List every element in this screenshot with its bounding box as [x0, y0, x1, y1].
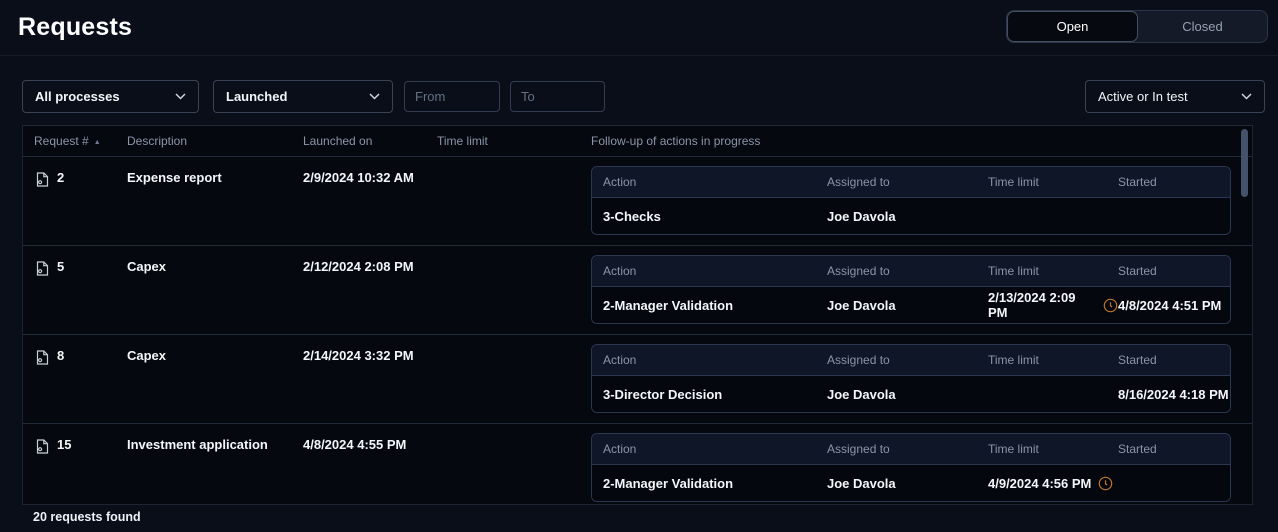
action-started: 4/8/2024 4:51 PM — [1118, 298, 1230, 313]
subcol-time-limit: Time limit — [988, 442, 1118, 456]
subcol-started: Started — [1118, 442, 1230, 456]
page-title: Requests — [18, 13, 132, 42]
page-header: Requests Open Closed — [0, 0, 1278, 56]
action-name: 2-Manager Validation — [603, 476, 827, 491]
action-time-limit: 4/9/2024 4:56 PM — [988, 476, 1091, 491]
table-row[interactable]: 8 Capex 2/14/2024 3:32 PM Action Assigne… — [23, 335, 1252, 424]
subcol-action: Action — [603, 264, 827, 278]
date-to-input[interactable] — [510, 81, 605, 112]
action-row[interactable]: 3-Checks Joe Davola — [592, 198, 1230, 234]
results-count: 20 requests found — [33, 510, 141, 524]
request-doc-icon — [34, 171, 50, 188]
scrollbar-thumb[interactable] — [1241, 129, 1248, 197]
request-description: Capex — [127, 335, 303, 363]
requests-table: Request #▲ Description Launched on Time … — [22, 125, 1253, 505]
subcol-action: Action — [603, 175, 827, 189]
sort-asc-icon: ▲ — [94, 139, 101, 146]
request-number: 2 — [57, 170, 64, 185]
action-time-limit: 2/13/2024 2:09 PM — [988, 290, 1096, 320]
subtable-header-row: Action Assigned to Time limit Started — [592, 434, 1230, 465]
launched-filter-dropdown[interactable]: Launched — [213, 80, 393, 113]
action-name: 3-Director Decision — [603, 387, 827, 402]
chevron-down-icon — [1241, 93, 1252, 100]
request-launched-on: 2/9/2024 10:32 AM — [303, 157, 437, 185]
request-doc-icon — [34, 260, 50, 277]
action-assigned-to: Joe Davola — [827, 209, 988, 224]
process-filter-dropdown[interactable]: All processes — [22, 80, 199, 113]
action-assigned-to: Joe Davola — [827, 476, 988, 491]
tab-closed[interactable]: Closed — [1138, 11, 1267, 42]
request-number: 5 — [57, 259, 64, 274]
action-row[interactable]: 3-Director Decision Joe Davola 8/16/2024… — [592, 376, 1230, 412]
subcol-assigned-to: Assigned to — [827, 442, 988, 456]
launched-filter-value: Launched — [226, 89, 287, 104]
actions-subtable: Action Assigned to Time limit Started 2-… — [591, 255, 1231, 324]
actions-subtable: Action Assigned to Time limit Started 3-… — [591, 166, 1231, 235]
request-time-limit — [437, 424, 591, 437]
request-description: Investment application — [127, 424, 303, 452]
status-filter-value: Active or In test — [1098, 89, 1188, 104]
action-assigned-to: Joe Davola — [827, 298, 988, 313]
subcol-time-limit: Time limit — [988, 264, 1118, 278]
request-time-limit — [437, 335, 591, 348]
date-from-input[interactable] — [404, 81, 500, 112]
filter-bar: All processes Launched Active or In test — [22, 80, 1265, 113]
col-time-limit[interactable]: Time limit — [437, 134, 591, 148]
table-row[interactable]: 2 Expense report 2/9/2024 10:32 AM Actio… — [23, 157, 1252, 246]
chevron-down-icon — [175, 93, 186, 100]
table-row[interactable]: 5 Capex 2/12/2024 2:08 PM Action Assigne… — [23, 246, 1252, 335]
action-assigned-to: Joe Davola — [827, 387, 988, 402]
status-filter-dropdown[interactable]: Active or In test — [1085, 80, 1265, 113]
requests-page: Requests Open Closed All processes Launc… — [0, 0, 1278, 532]
subcol-assigned-to: Assigned to — [827, 353, 988, 367]
subtable-header-row: Action Assigned to Time limit Started — [592, 256, 1230, 287]
open-closed-toggle: Open Closed — [1006, 10, 1268, 43]
subcol-time-limit: Time limit — [988, 353, 1118, 367]
request-doc-icon — [34, 438, 50, 455]
process-filter-value: All processes — [35, 89, 120, 104]
footer-bar: 20 requests found — [0, 505, 1278, 532]
request-launched-on: 2/12/2024 2:08 PM — [303, 246, 437, 274]
table-header-row: Request #▲ Description Launched on Time … — [23, 126, 1252, 157]
request-launched-on: 2/14/2024 3:32 PM — [303, 335, 437, 363]
request-doc-icon — [34, 349, 50, 366]
subtable-header-row: Action Assigned to Time limit Started — [592, 167, 1230, 198]
col-launched-on[interactable]: Launched on — [303, 134, 437, 148]
action-name: 2-Manager Validation — [603, 298, 827, 313]
subcol-action: Action — [603, 442, 827, 456]
chevron-down-icon — [369, 93, 380, 100]
col-description[interactable]: Description — [127, 134, 303, 148]
tab-open[interactable]: Open — [1007, 11, 1138, 42]
subcol-started: Started — [1118, 264, 1230, 278]
subcol-action: Action — [603, 353, 827, 367]
request-number: 15 — [57, 437, 71, 452]
subcol-started: Started — [1118, 353, 1230, 367]
col-followup: Follow-up of actions in progress — [591, 134, 1252, 148]
request-time-limit — [437, 157, 591, 170]
table-body: 2 Expense report 2/9/2024 10:32 AM Actio… — [23, 157, 1252, 505]
actions-subtable: Action Assigned to Time limit Started 2-… — [591, 433, 1231, 502]
request-description: Capex — [127, 246, 303, 274]
subcol-assigned-to: Assigned to — [827, 264, 988, 278]
action-started: 8/16/2024 4:18 PM — [1118, 387, 1230, 402]
request-time-limit — [437, 246, 591, 259]
action-row[interactable]: 2-Manager Validation Joe Davola 2/13/202… — [592, 287, 1230, 323]
request-number: 8 — [57, 348, 64, 363]
table-scrollbar[interactable] — [1241, 128, 1249, 504]
action-row[interactable]: 2-Manager Validation Joe Davola 4/9/2024… — [592, 465, 1230, 501]
overdue-clock-icon — [1098, 476, 1113, 491]
request-description: Expense report — [127, 157, 303, 185]
col-request-number[interactable]: Request #▲ — [34, 134, 127, 148]
subtable-header-row: Action Assigned to Time limit Started — [592, 345, 1230, 376]
subcol-assigned-to: Assigned to — [827, 175, 988, 189]
subcol-time-limit: Time limit — [988, 175, 1118, 189]
action-name: 3-Checks — [603, 209, 827, 224]
actions-subtable: Action Assigned to Time limit Started 3-… — [591, 344, 1231, 413]
overdue-clock-icon — [1103, 298, 1118, 313]
subcol-started: Started — [1118, 175, 1230, 189]
request-launched-on: 4/8/2024 4:55 PM — [303, 424, 437, 452]
table-row[interactable]: 15 Investment application 4/8/2024 4:55 … — [23, 424, 1252, 505]
